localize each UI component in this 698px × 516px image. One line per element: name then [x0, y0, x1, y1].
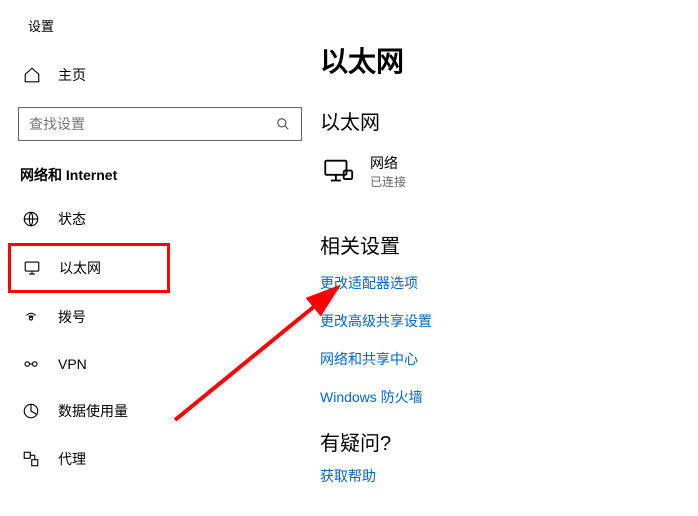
- sidebar: 设置 主页 网络和 Internet 状态 以太网: [0, 0, 320, 516]
- link-get-help[interactable]: 获取帮助: [320, 466, 698, 486]
- network-icon: [320, 154, 356, 190]
- nav-label: 拨号: [58, 307, 86, 327]
- data-usage-icon: [22, 402, 40, 420]
- nav-item-proxy[interactable]: 代理: [0, 435, 320, 483]
- app-title: 设置: [0, 10, 320, 55]
- search-input[interactable]: [29, 116, 275, 132]
- search-icon: [275, 116, 291, 132]
- network-status-row[interactable]: 网络 已连接: [320, 153, 698, 190]
- nav-label: 状态: [58, 209, 86, 229]
- link-sharing-settings[interactable]: 更改高级共享设置: [320, 311, 698, 331]
- section-title: 以太网: [320, 106, 698, 135]
- nav-label: 代理: [58, 449, 86, 469]
- link-adapter-options[interactable]: 更改适配器选项: [320, 273, 698, 293]
- ethernet-icon: [23, 259, 41, 277]
- main-content: 以太网 以太网 网络 已连接 相关设置 更改适配器选项 更改高级共享设置 网络和…: [320, 0, 698, 516]
- vpn-icon: [22, 355, 40, 373]
- related-settings-title: 相关设置: [320, 230, 698, 259]
- category-label: 网络和 Internet: [0, 159, 320, 195]
- question-title: 有疑问?: [320, 427, 698, 456]
- search-input-wrap[interactable]: [18, 107, 302, 141]
- nav-label: VPN: [58, 356, 87, 372]
- nav-item-datausage[interactable]: 数据使用量: [0, 387, 320, 435]
- link-network-center[interactable]: 网络和共享中心: [320, 349, 698, 369]
- home-icon: [22, 65, 42, 85]
- page-title: 以太网: [320, 40, 698, 80]
- home-label: 主页: [58, 65, 86, 85]
- nav-item-dialup[interactable]: 拨号: [0, 293, 320, 341]
- network-name: 网络: [370, 153, 406, 173]
- nav-item-vpn[interactable]: VPN: [0, 341, 320, 387]
- home-button[interactable]: 主页: [0, 55, 320, 95]
- dialup-icon: [22, 308, 40, 326]
- status-icon: [22, 210, 40, 228]
- nav-label: 以太网: [59, 258, 101, 278]
- proxy-icon: [22, 450, 40, 468]
- nav-label: 数据使用量: [58, 401, 128, 421]
- nav-item-ethernet[interactable]: 以太网: [8, 243, 170, 293]
- network-status: 已连接: [370, 173, 406, 190]
- link-firewall[interactable]: Windows 防火墙: [320, 387, 698, 407]
- nav-item-status[interactable]: 状态: [0, 195, 320, 243]
